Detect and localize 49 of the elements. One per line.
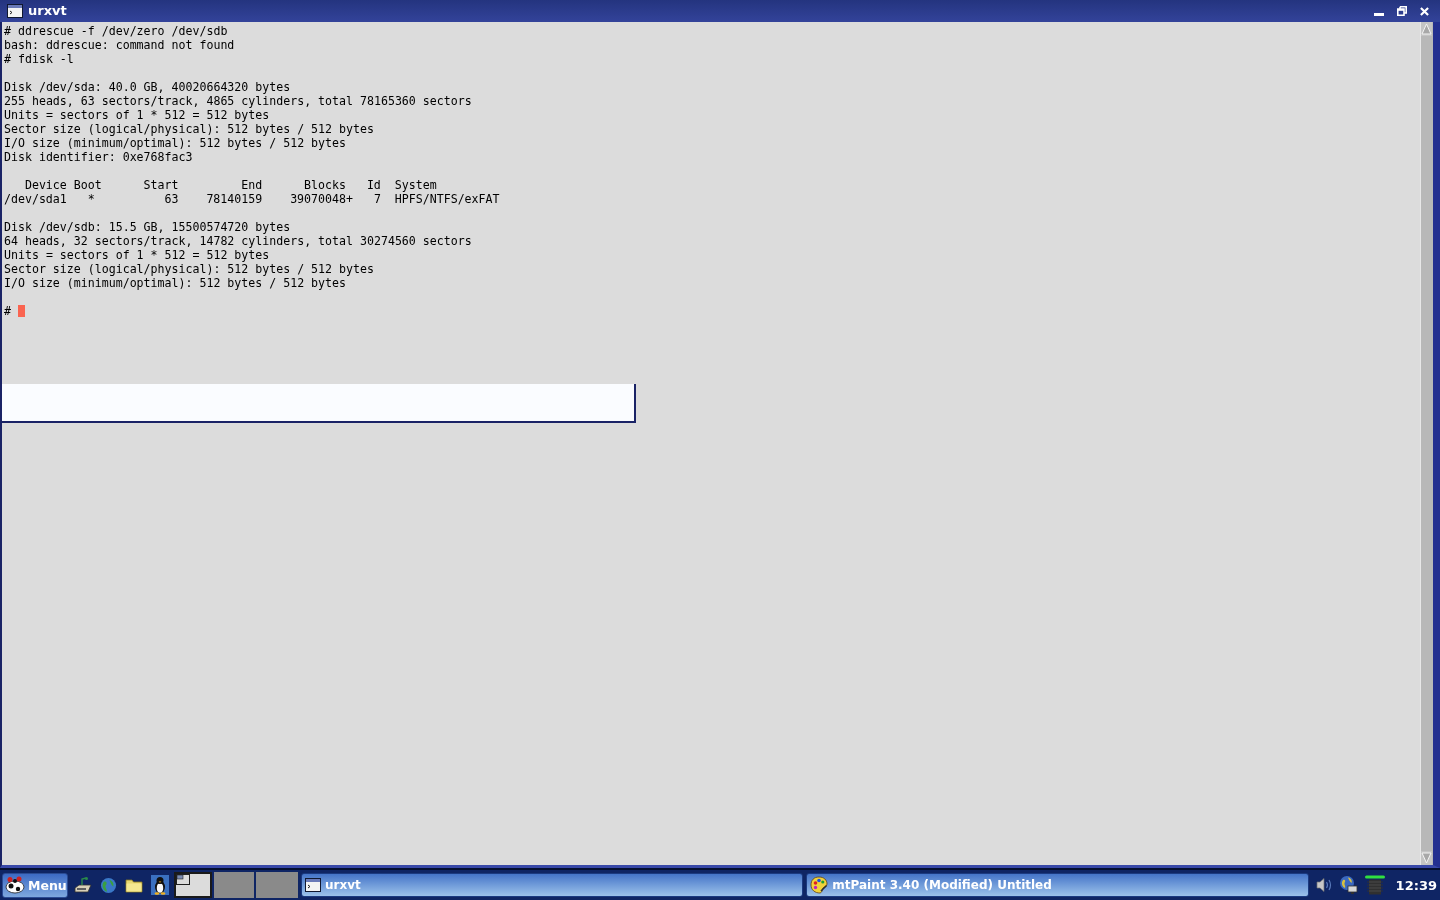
terminal-line: Sector size (logical/physical): 512 bytes / 512 bytes xyxy=(4,122,374,136)
clock-text: 12:39 xyxy=(1395,877,1437,893)
terminal-line: Sector size (logical/physical): 512 bytes / 512 bytes xyxy=(4,262,374,276)
terminal-line: bash: ddrescue: command not found xyxy=(4,38,235,52)
prompt-text: # xyxy=(4,304,11,318)
penguin-icon[interactable] xyxy=(151,875,169,895)
globe-icon[interactable] xyxy=(100,876,117,894)
terminal-line: # fdisk -l xyxy=(4,52,74,66)
column-header: System xyxy=(394,178,437,192)
scanner-icon[interactable] xyxy=(74,876,92,894)
terminal-line: I/O size (minimum/optimal): 512 bytes / 512 bytes xyxy=(4,276,347,290)
taskbar-button[interactable]: mtPaint 3.40 (Modified) Untitled xyxy=(806,873,1309,897)
table-cell: 63 xyxy=(164,192,179,206)
battery-icon[interactable] xyxy=(1363,875,1386,895)
column-header: Id xyxy=(366,178,381,192)
column-header: Device xyxy=(24,178,67,192)
workspace-button[interactable] xyxy=(174,872,212,898)
taskbar-button[interactable]: urxvt xyxy=(301,873,804,897)
terminal-icon xyxy=(305,878,321,892)
column-header: Blocks xyxy=(304,178,346,192)
terminal-line: 64 heads, 32 sectors/track, 14782 cylinders, total 30274560 sectors xyxy=(4,234,472,248)
terminal-icon xyxy=(7,4,23,18)
table-cell: 39070048+ xyxy=(290,192,353,206)
window-outline-icon xyxy=(176,874,190,885)
table-cell: * xyxy=(87,192,95,206)
window-title: urxvt xyxy=(28,3,67,19)
terminal-line: 255 heads, 63 sectors/track, 4865 cylinders, total 78165360 sectors xyxy=(4,94,472,108)
terminal-line: # ddrescue -f /dev/zero /dev/sdb xyxy=(4,24,228,38)
column-header: End xyxy=(241,178,263,192)
network-icon[interactable] xyxy=(1338,875,1359,895)
close-icon[interactable] xyxy=(1420,6,1429,16)
palette-icon xyxy=(810,876,829,894)
terminal-line: Disk identifier: 0xe768fac3 xyxy=(4,150,193,164)
terminal-line: Disk /dev/sda: 40.0 GB, 40020664320 bytes xyxy=(4,80,291,94)
folder-icon[interactable] xyxy=(125,877,143,893)
terminal-line: I/O size (minimum/optimal): 512 bytes / 512 bytes xyxy=(4,136,347,150)
speaker-icon[interactable] xyxy=(1315,877,1334,893)
menu-button[interactable]: Menu xyxy=(2,872,68,898)
column-header: Start xyxy=(143,178,179,192)
table-cell: HPFS/NTFS/exFAT xyxy=(394,192,500,206)
column-header: Boot xyxy=(73,178,102,192)
table-cell: 7 xyxy=(373,192,381,206)
table-cell: /dev/sda1 xyxy=(4,192,67,206)
terminal-line: Units = sectors of 1 * 512 = 512 bytes xyxy=(4,108,270,122)
table-cell: 78140159 xyxy=(206,192,263,206)
cow-icon xyxy=(5,876,25,894)
terminal-line: Disk /dev/sdb: 15.5 GB, 15500574720 bytes xyxy=(4,220,291,234)
terminal-line: Units = sectors of 1 * 512 = 512 bytes xyxy=(4,248,270,262)
restore-icon[interactable] xyxy=(1397,6,1407,16)
